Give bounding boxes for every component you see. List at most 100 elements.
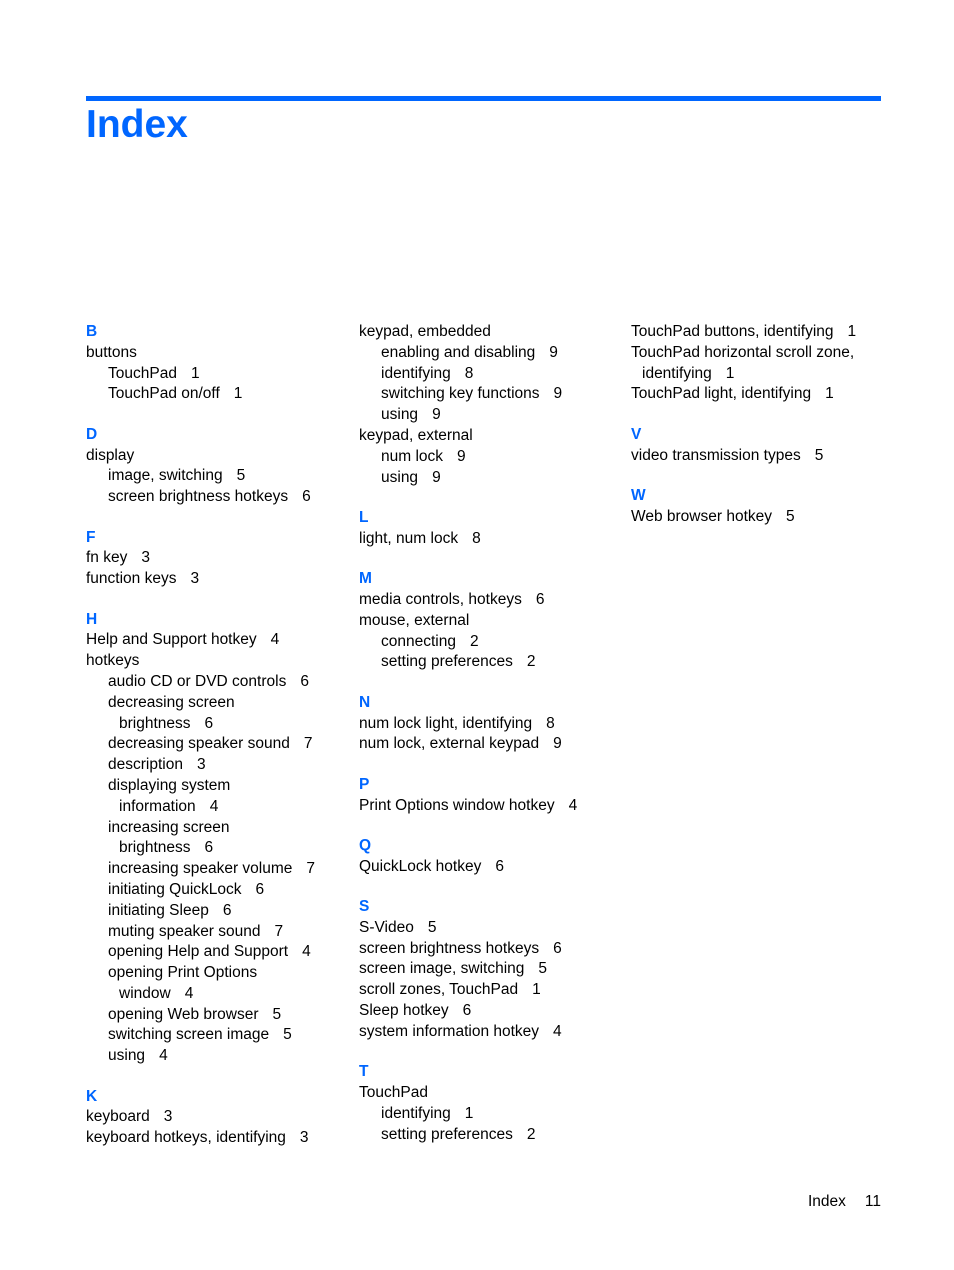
- entry-page-link[interactable]: 6: [495, 858, 504, 875]
- entry-page-link[interactable]: 1: [465, 1105, 474, 1122]
- entry-term: initiating Sleep: [108, 901, 209, 919]
- entry-page-link[interactable]: 4: [271, 631, 280, 648]
- section-letter: D: [86, 425, 98, 443]
- index-column-2: keypad, embedded enabling and disabling 9 i…: [359, 322, 619, 1165]
- entry-page-link[interactable]: 8: [546, 715, 555, 732]
- entry-page-link[interactable]: 6: [536, 591, 545, 608]
- section-letter: Q: [359, 836, 372, 854]
- index-entry: TouchPad horizontal scroll zone,: [631, 343, 891, 364]
- section-letter: S: [359, 898, 370, 916]
- index-entry: initiating QuickLock 6: [86, 880, 346, 901]
- entry-page-link[interactable]: 1: [191, 365, 200, 382]
- entry-page-link[interactable]: 5: [538, 960, 547, 977]
- entry-term: opening Web browser: [108, 1005, 259, 1023]
- entry-page-link[interactable]: 8: [472, 530, 481, 547]
- entry-page-link[interactable]: 6: [463, 1002, 472, 1019]
- entry-page-link[interactable]: 1: [726, 365, 735, 382]
- entry-page-link[interactable]: 9: [554, 385, 563, 402]
- entry-page-link[interactable]: 9: [432, 406, 441, 423]
- entry-page-link[interactable]: 9: [457, 448, 466, 465]
- entry-page-link[interactable]: 6: [300, 673, 309, 690]
- entry-page-link[interactable]: 6: [553, 940, 562, 957]
- index-entry: opening Print Options: [86, 963, 346, 984]
- entry-page-link[interactable]: 6: [205, 839, 214, 856]
- entry-page-link[interactable]: 5: [786, 508, 795, 525]
- entry-term: display: [86, 446, 135, 464]
- entry-term: keyboard hotkeys, identifying: [86, 1129, 286, 1147]
- index-entry: information 4: [86, 797, 346, 818]
- entry-page-link[interactable]: 3: [197, 756, 206, 773]
- index-entry: decreasing screen: [86, 693, 346, 714]
- entry-term: brightness: [119, 839, 191, 857]
- entry-page-link[interactable]: 2: [470, 633, 479, 650]
- index-section-t: T TouchPad identifying 1 setting preferences…: [359, 1062, 619, 1145]
- entry-page-link[interactable]: 1: [234, 385, 243, 402]
- entry-page-link[interactable]: 1: [848, 323, 857, 340]
- entry-page-link[interactable]: 9: [553, 735, 562, 752]
- index-entry: scroll zones, TouchPad 1: [359, 980, 619, 1001]
- entry-term: using: [381, 468, 419, 486]
- entry-page-link[interactable]: 7: [304, 735, 313, 752]
- entry-term: media controls, hotkeys: [359, 590, 522, 608]
- index-entry: fn key 3: [86, 548, 346, 569]
- index-entry: TouchPad: [359, 1083, 619, 1104]
- entry-page-link[interactable]: 6: [302, 488, 311, 505]
- entry-page-link[interactable]: 4: [159, 1047, 168, 1064]
- entry-page-link[interactable]: 1: [532, 981, 541, 998]
- index-entry: initiating Sleep 6: [86, 901, 346, 922]
- entry-page-link[interactable]: 5: [273, 1006, 282, 1023]
- entry-term: displaying system: [108, 776, 231, 794]
- entry-page-link[interactable]: 3: [164, 1108, 173, 1125]
- entry-page-link[interactable]: 4: [185, 985, 194, 1002]
- entry-term: light, num lock: [359, 529, 459, 547]
- entry-page-link[interactable]: 3: [300, 1129, 309, 1146]
- title-rule: [86, 96, 881, 101]
- entry-page-link[interactable]: 5: [283, 1026, 292, 1043]
- footer-page-number: 11: [864, 1193, 881, 1210]
- entry-term: TouchPad light, identifying: [631, 385, 812, 403]
- entry-page-link[interactable]: 2: [527, 1126, 536, 1143]
- index-entry: window 4: [86, 984, 346, 1005]
- entry-page-link[interactable]: 6: [205, 715, 214, 732]
- entry-term: mouse, external: [359, 611, 470, 629]
- footer-label: Index: [807, 1193, 846, 1210]
- entry-page-link[interactable]: 5: [815, 447, 824, 464]
- section-letter: W: [631, 486, 646, 504]
- entry-page-link[interactable]: 7: [306, 860, 315, 877]
- index-entry: setting preferences 2: [359, 652, 619, 673]
- entry-page-link[interactable]: 9: [432, 469, 441, 486]
- entry-page-link[interactable]: 3: [190, 570, 199, 587]
- entry-page-link[interactable]: 4: [553, 1023, 562, 1040]
- entry-page-link[interactable]: 4: [210, 798, 219, 815]
- index-section-p: P Print Options window hotkey 4: [359, 775, 619, 817]
- index-entry: S-Video 5: [359, 918, 619, 939]
- entry-page-link[interactable]: 9: [549, 344, 558, 361]
- entry-page-link[interactable]: 6: [256, 881, 265, 898]
- entry-term: Sleep hotkey: [359, 1002, 449, 1020]
- entry-page-link[interactable]: 5: [428, 919, 437, 936]
- index-entry: num lock light, identifying 8: [359, 714, 619, 735]
- entry-page-link[interactable]: 3: [141, 549, 150, 566]
- entry-page-link[interactable]: 4: [569, 797, 578, 814]
- index-entry: QuickLock hotkey 6: [359, 857, 619, 878]
- entry-page-link[interactable]: 4: [302, 943, 311, 960]
- entry-term: using: [108, 1047, 146, 1065]
- entry-page-link[interactable]: 7: [275, 923, 284, 940]
- section-letter: F: [86, 528, 96, 546]
- index-entry: screen image, switching 5: [359, 959, 619, 980]
- index-section-continued: TouchPad buttons, identifying 1 TouchPad h…: [631, 322, 891, 405]
- entry-term: setting preferences: [381, 1125, 513, 1143]
- entry-page-link[interactable]: 8: [465, 365, 474, 382]
- index-entry: identifying 8: [359, 364, 619, 385]
- entry-page-link[interactable]: 5: [237, 467, 246, 484]
- entry-term: hotkeys: [86, 652, 140, 670]
- entry-term: increasing speaker volume: [108, 860, 293, 878]
- entry-page-link[interactable]: 1: [825, 385, 834, 402]
- entry-term: screen brightness hotkeys: [359, 939, 540, 957]
- index-entry: identifying 1: [631, 364, 891, 385]
- entry-page-link[interactable]: 6: [223, 902, 232, 919]
- page-footer: Index 11: [808, 1192, 881, 1212]
- entry-page-link[interactable]: 2: [527, 653, 536, 670]
- index-entry: using 4: [86, 1046, 346, 1067]
- index-entry: hotkeys: [86, 651, 346, 672]
